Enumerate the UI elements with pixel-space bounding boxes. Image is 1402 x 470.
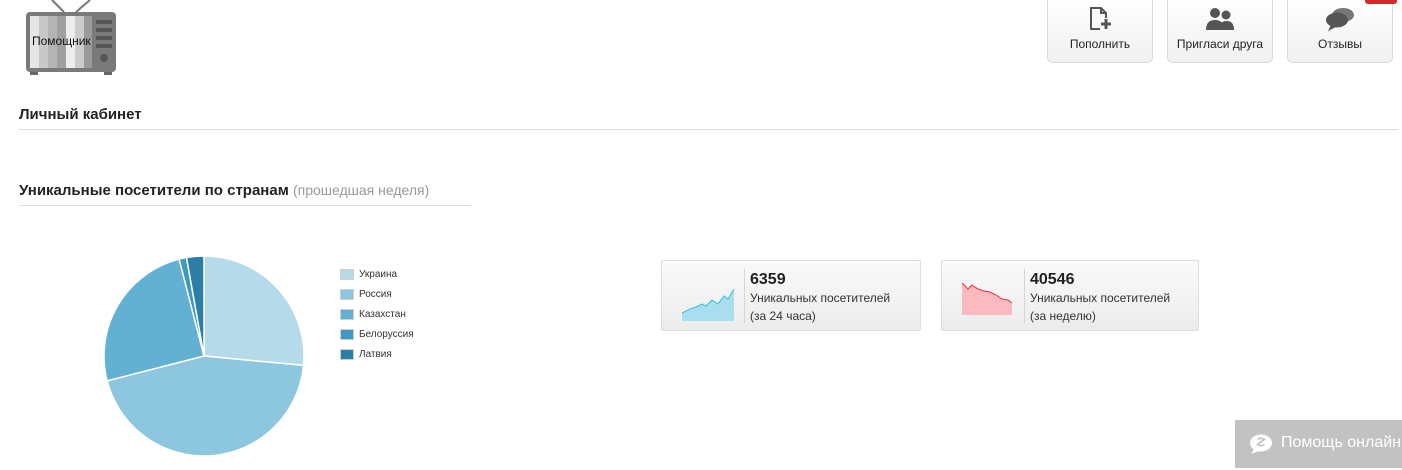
legend-swatch — [340, 268, 354, 280]
legend-label: Белоруссия — [359, 328, 414, 340]
stat-period: (за неделю) — [1030, 309, 1096, 323]
sparkline-up — [682, 288, 735, 321]
chart-legend: Украина Россия Казахстан Белоруссия Латвия — [340, 264, 414, 364]
chart-subtitle: (прошедшая неделя) — [292, 182, 430, 198]
page-title: Личный кабинет — [19, 106, 142, 123]
stat-period: (за 24 часа) — [750, 309, 816, 323]
users-icon — [1205, 6, 1235, 37]
add-document-icon — [1086, 6, 1114, 37]
legend-label: Казахстан — [359, 308, 406, 320]
legend-label: Украина — [359, 268, 398, 280]
logo-label: Помощник — [32, 34, 91, 48]
top-up-button[interactable]: Пополнить — [1047, 0, 1153, 63]
chat-icon — [1249, 433, 1273, 460]
legend-item: Белоруссия — [340, 324, 414, 344]
chart-title-text: Уникальные посетители по странам — [19, 182, 289, 199]
stat-value: 40546 — [1030, 271, 1075, 288]
help-online-button[interactable]: Помощь онлайн — [1235, 420, 1402, 468]
invite-friend-label: Пригласи друга — [1176, 37, 1264, 51]
legend-item: Латвия — [340, 344, 414, 364]
legend-label: Латвия — [359, 348, 392, 360]
pie-chart — [103, 255, 305, 457]
legend-swatch — [340, 348, 354, 360]
legend-swatch — [340, 308, 354, 320]
sparkline-area — [682, 289, 734, 321]
stat-divider — [744, 269, 745, 323]
top-up-label: Пополнить — [1069, 37, 1131, 51]
reviews-label: Отзывы — [1318, 37, 1362, 51]
stat-label: Уникальных посетителей — [1030, 291, 1171, 305]
stat-value: 6359 — [750, 271, 786, 288]
legend-swatch — [340, 328, 354, 340]
legend-swatch — [340, 288, 354, 300]
notification-badge[interactable] — [1365, 0, 1397, 4]
sparkline-down — [962, 282, 1013, 315]
stat-divider — [1024, 269, 1025, 323]
chart-title-divider — [19, 205, 471, 206]
stat-label: Уникальных посетителей — [750, 291, 891, 305]
divider — [19, 129, 1398, 130]
stat-card-week: 40546 Уникальных посетителей (за неделю) — [941, 260, 1199, 331]
reviews-button[interactable]: Отзывы — [1287, 0, 1393, 63]
chat-bubbles-icon — [1325, 6, 1355, 37]
chart-title: Уникальные посетители по странам (прошед… — [19, 182, 429, 199]
legend-item: Россия — [340, 284, 414, 304]
stat-card-24h: 6359 Уникальных посетителей (за 24 часа) — [661, 260, 921, 331]
help-online-label: Помощь онлайн — [1281, 434, 1401, 451]
legend-label: Россия — [359, 288, 392, 300]
pie-slice-1 — [203, 255, 305, 367]
invite-friend-button[interactable]: Пригласи друга — [1167, 0, 1273, 63]
legend-item: Украина — [340, 264, 414, 284]
legend-item: Казахстан — [340, 304, 414, 324]
